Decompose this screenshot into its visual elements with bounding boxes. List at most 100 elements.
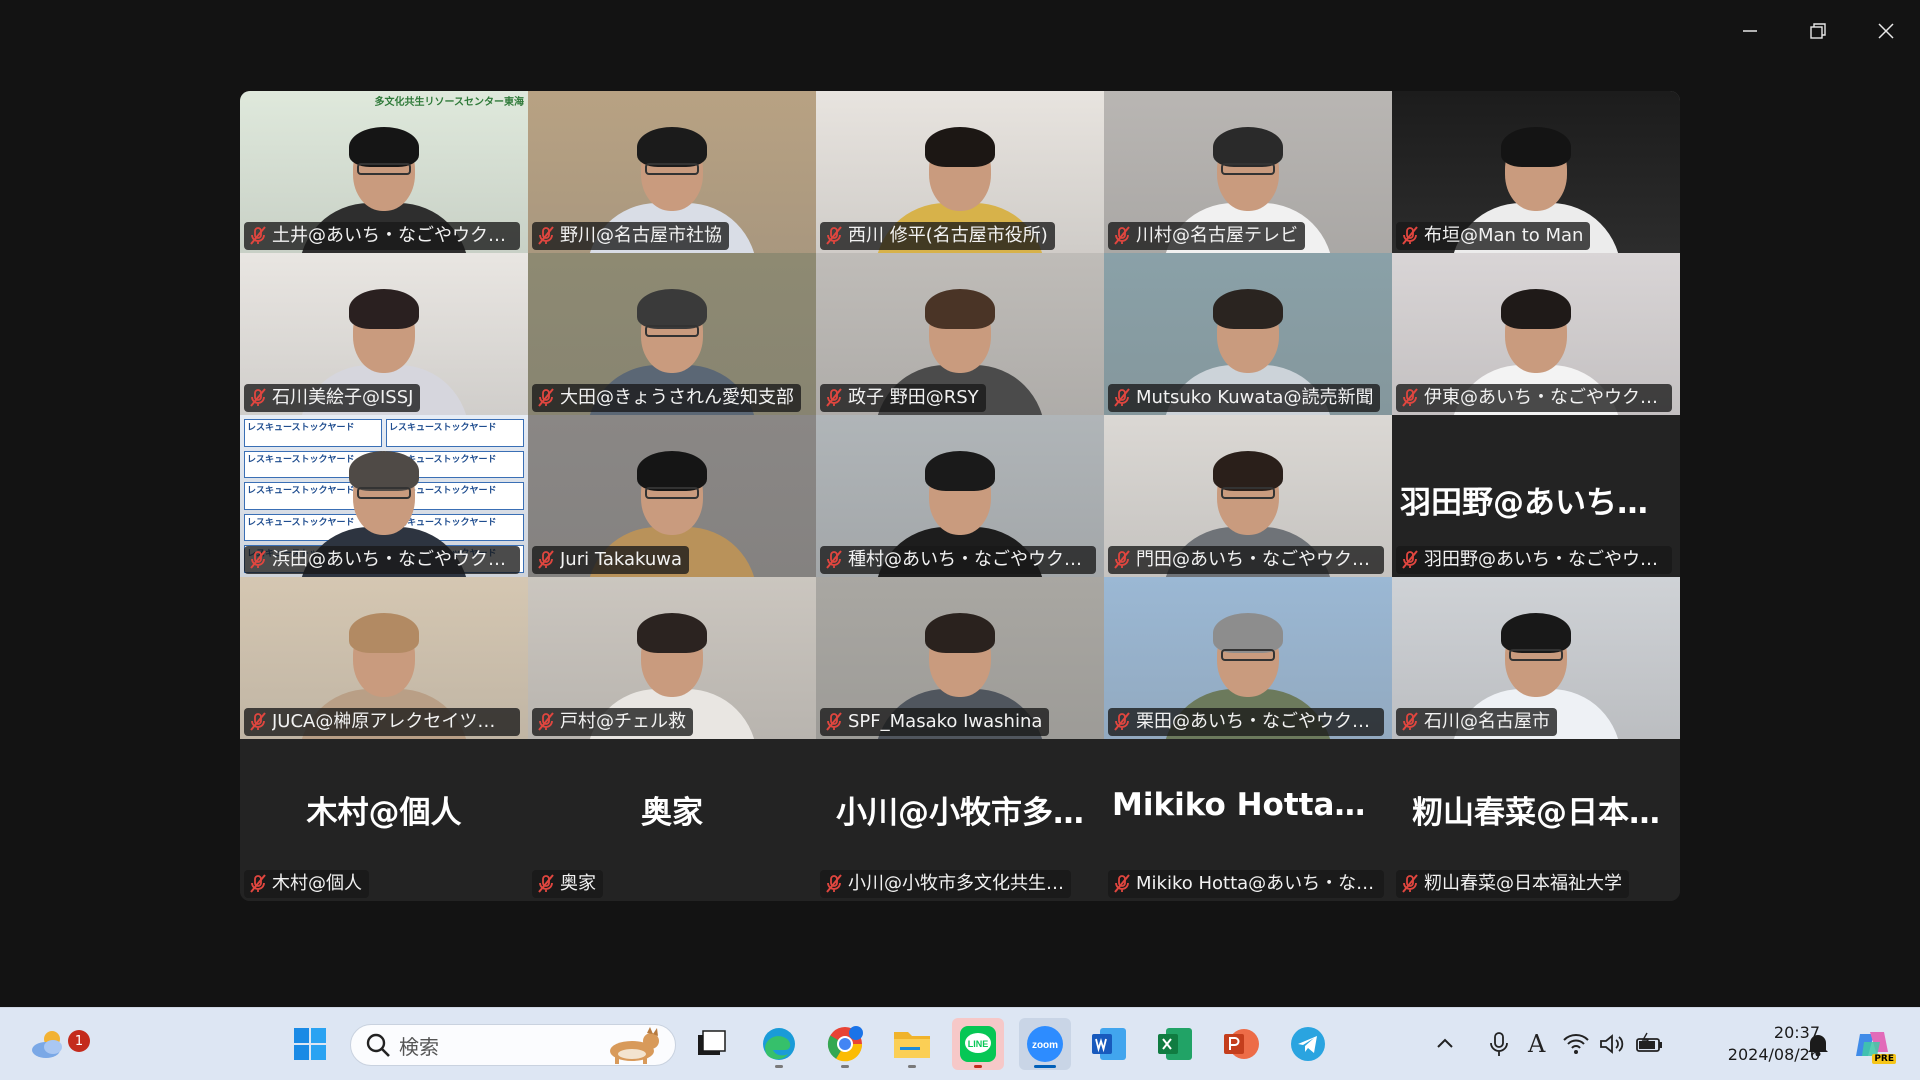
mic-muted-icon xyxy=(826,874,842,893)
participant-tile[interactable]: 川村@名古屋テレビ xyxy=(1104,91,1392,253)
participant-name: 石川美絵子@ISSJ xyxy=(272,387,414,408)
participant-name-label: 浜田@あいち・なごやウクライナ… xyxy=(244,546,520,574)
participant-name-label: 門田@あいち・なごやウクライナ… xyxy=(1108,546,1384,574)
participant-tile[interactable]: 籾山春菜@日本… 籾山春菜@日本福祉大学 xyxy=(1392,739,1680,901)
search-icon xyxy=(366,1033,390,1057)
window-controls xyxy=(1716,0,1920,62)
participant-tile[interactable]: 種村@あいち・なごやウクライナ… xyxy=(816,415,1104,577)
taskbar-search-box[interactable]: 検索 xyxy=(350,1024,676,1066)
participant-tile[interactable]: 石川@名古屋市 xyxy=(1392,577,1680,739)
excel-icon xyxy=(1158,1028,1192,1060)
powerpoint-icon xyxy=(1224,1029,1259,1059)
participant-name: Juri Takakuwa xyxy=(560,549,683,570)
participant-tile[interactable]: 大田@きょうされん愛知支部 xyxy=(528,253,816,415)
participant-name: 羽田野@あいち・なごやウクラ… xyxy=(1424,549,1665,570)
participant-name-label: 羽田野@あいち・なごやウクラ… xyxy=(1396,546,1672,574)
zoom-button[interactable]: zoom xyxy=(1019,1018,1071,1070)
copilot-button[interactable]: PRE xyxy=(1846,1018,1898,1070)
start-button[interactable] xyxy=(284,1018,336,1070)
participant-name: 土井@あいち・なごやウクライナ… xyxy=(272,225,513,246)
participant-name-label: 小川@小牧市多文化共生… xyxy=(820,870,1071,898)
speaker-icon[interactable] xyxy=(1597,1029,1627,1059)
participant-tile[interactable]: Mutsuko Kuwata@読売新聞 xyxy=(1104,253,1392,415)
participant-tile[interactable]: SPF_Masako Iwashina xyxy=(816,577,1104,739)
participant-name: 籾山春菜@日本福祉大学 xyxy=(1424,873,1622,894)
participant-name: 政子 野田@RSY xyxy=(848,387,979,408)
weather-cloud-icon xyxy=(32,1031,62,1058)
participant-tile[interactable]: Juri Takakuwa xyxy=(528,415,816,577)
wifi-icon[interactable] xyxy=(1561,1029,1591,1059)
participant-tile[interactable]: 木村@個人 木村@個人 xyxy=(240,739,528,901)
close-icon[interactable] xyxy=(1852,0,1920,62)
restore-icon[interactable] xyxy=(1784,0,1852,62)
participant-tile[interactable]: 多文化共生リソースセンター東海土井@あいち・なごやウクライナ… xyxy=(240,91,528,253)
ime-indicator[interactable]: A xyxy=(1528,1030,1545,1058)
task-view-button[interactable] xyxy=(685,1018,737,1070)
participant-tile[interactable]: レスキューストックヤード レスキューストックヤード レスキューストックヤード レスキュ… xyxy=(240,415,528,577)
bell-icon xyxy=(1808,1035,1828,1057)
telegram-icon xyxy=(1291,1027,1325,1061)
participant-display-name: 木村@個人 xyxy=(306,795,462,831)
svg-text:LINE: LINE xyxy=(968,1039,989,1049)
mic-muted-icon xyxy=(538,874,554,893)
participant-name-label: SPF_Masako Iwashina xyxy=(820,708,1050,736)
participant-name: 布垣@Man to Man xyxy=(1424,225,1584,246)
participant-name-label: 石川美絵子@ISSJ xyxy=(244,384,421,412)
participant-name-label: 籾山春菜@日本福祉大学 xyxy=(1396,870,1629,898)
mic-muted-icon xyxy=(1114,388,1130,407)
weather-widget[interactable]: 1 xyxy=(22,1018,90,1070)
participant-tile[interactable]: 伊東@あいち・なごやウクライナ… xyxy=(1392,253,1680,415)
minimize-icon[interactable] xyxy=(1716,0,1784,62)
participant-tile[interactable]: 栗田@あいち・なごやウクライナ… xyxy=(1104,577,1392,739)
telegram-button[interactable] xyxy=(1282,1018,1334,1070)
powerpoint-button[interactable] xyxy=(1215,1018,1267,1070)
system-tray: A xyxy=(1430,1008,1665,1080)
mic-muted-icon xyxy=(1402,874,1418,893)
mic-muted-icon xyxy=(826,226,842,245)
edge-button[interactable] xyxy=(753,1018,805,1070)
participant-tile[interactable]: 奥家 奥家 xyxy=(528,739,816,901)
folder-icon xyxy=(894,1032,930,1058)
participant-tile[interactable]: 野川@名古屋市社協 xyxy=(528,91,816,253)
participant-display-name: 奥家 xyxy=(641,795,703,831)
mic-muted-icon xyxy=(538,388,554,407)
mic-muted-icon xyxy=(1402,226,1418,245)
participant-tile[interactable]: 石川美絵子@ISSJ xyxy=(240,253,528,415)
excel-button[interactable] xyxy=(1149,1018,1201,1070)
microphone-icon[interactable] xyxy=(1484,1029,1514,1059)
participant-name-label: 布垣@Man to Man xyxy=(1396,222,1591,250)
mic-muted-icon xyxy=(1114,712,1130,731)
participant-tile[interactable]: 小川@小牧市多… 小川@小牧市多文化共生… xyxy=(816,739,1104,901)
chevron-up-icon[interactable] xyxy=(1430,1029,1460,1059)
battery-icon[interactable] xyxy=(1633,1029,1665,1059)
participant-name-label: Juri Takakuwa xyxy=(532,546,690,574)
edge-icon xyxy=(763,1028,795,1060)
word-icon xyxy=(1092,1028,1126,1060)
participant-tile[interactable]: Mikiko Hotta@… Mikiko Hotta@あいち・なごや… xyxy=(1104,739,1392,901)
participant-name-label: 野川@名古屋市社協 xyxy=(532,222,729,250)
participant-tile[interactable]: 羽田野@あいち・… 羽田野@あいち・なごやウクラ… xyxy=(1392,415,1680,577)
participant-name: 種村@あいち・なごやウクライナ… xyxy=(848,549,1089,570)
participant-name: 戸村@チェル救 xyxy=(560,711,686,732)
mic-muted-icon xyxy=(538,226,554,245)
mic-muted-icon xyxy=(826,712,842,731)
participant-tile[interactable]: JUCA@榊原アレクセイツェヴァ… xyxy=(240,577,528,739)
mic-muted-icon xyxy=(250,550,266,569)
notification-badge: 1 xyxy=(68,1030,90,1052)
chrome-button[interactable] xyxy=(819,1018,871,1070)
mic-muted-icon xyxy=(826,388,842,407)
file-explorer-button[interactable] xyxy=(886,1018,938,1070)
participant-tile[interactable]: 門田@あいち・なごやウクライナ… xyxy=(1104,415,1392,577)
notifications-button[interactable] xyxy=(1792,1018,1844,1070)
line-button[interactable]: LINE xyxy=(952,1018,1004,1070)
participant-tile[interactable]: 政子 野田@RSY xyxy=(816,253,1104,415)
participant-name: 伊東@あいち・なごやウクライナ… xyxy=(1424,387,1665,408)
participant-name-label: Mutsuko Kuwata@読売新聞 xyxy=(1108,384,1381,412)
participant-tile[interactable]: 西川 修平(名古屋市役所) xyxy=(816,91,1104,253)
participant-name-label: 西川 修平(名古屋市役所) xyxy=(820,222,1055,250)
participant-tile[interactable]: 布垣@Man to Man xyxy=(1392,91,1680,253)
participant-tile[interactable]: 戸村@チェル救 xyxy=(528,577,816,739)
participant-name-label: 伊東@あいち・なごやウクライナ… xyxy=(1396,384,1672,412)
participant-gallery: 多文化共生リソースセンター東海土井@あいち・なごやウクライナ… 野川@名古屋市社協… xyxy=(240,91,1680,901)
word-button[interactable] xyxy=(1083,1018,1135,1070)
